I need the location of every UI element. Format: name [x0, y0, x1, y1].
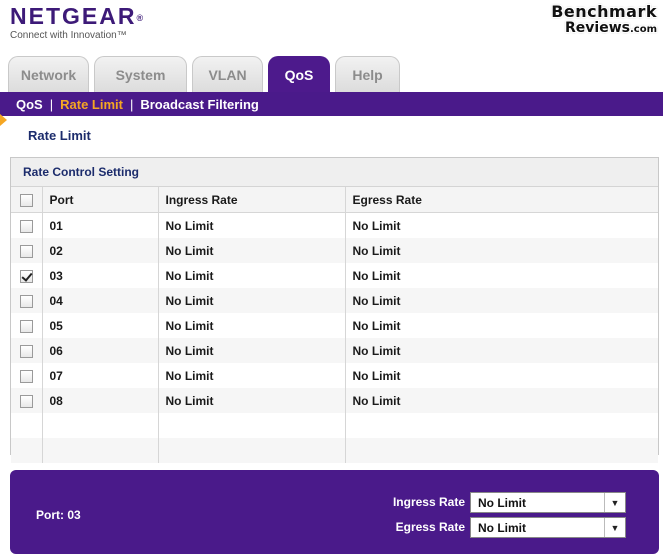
row-select-cell: [11, 212, 43, 238]
empty-row: [11, 438, 658, 463]
row-checkbox[interactable]: [20, 294, 33, 308]
watermark-word: Reviews: [565, 20, 630, 36]
subnav-separator: |: [49, 96, 54, 112]
row-checkbox[interactable]: [20, 319, 33, 333]
ingress-cell: No Limit: [158, 338, 346, 363]
dropdown-arrow-icon[interactable]: ▼: [604, 493, 625, 512]
ingress-rate-value: No Limit: [478, 495, 526, 510]
row-select-cell: [11, 338, 43, 363]
ingress-rate-label: Ingress Rate: [392, 495, 465, 509]
egress-rate-select[interactable]: No Limit ▼: [470, 517, 626, 538]
table-row[interactable]: 04 No Limit No Limit: [11, 288, 658, 313]
egress-cell: No Limit: [352, 368, 401, 383]
main-tabs: Network System VLAN QoS Help: [8, 56, 405, 92]
select-all-cell: [11, 187, 43, 213]
table-row[interactable]: 05 No Limit No Limit: [11, 313, 658, 338]
watermark-suffix: .com: [629, 24, 657, 35]
row-select-cell: [11, 238, 43, 263]
table-header-row: Port Ingress Rate Egress Rate: [11, 187, 658, 213]
select-all-checkbox[interactable]: [20, 193, 33, 207]
current-page-marker-icon: [0, 114, 7, 126]
table-row[interactable]: 08 No Limit No Limit: [11, 388, 658, 413]
row-select-cell: [11, 263, 43, 288]
ingress-rate-select[interactable]: No Limit ▼: [470, 492, 626, 513]
ingress-cell: No Limit: [158, 238, 346, 263]
table-row[interactable]: 01 No Limit No Limit: [11, 212, 658, 238]
rate-control-panel: Rate Control Setting Port Ingress Rate E…: [10, 157, 659, 463]
table-row[interactable]: 07 No Limit No Limit: [11, 363, 658, 388]
port-cell: 02: [42, 238, 159, 263]
row-select-cell: [11, 288, 43, 313]
row-checkbox[interactable]: [20, 344, 33, 358]
tab-help[interactable]: Help: [335, 56, 400, 92]
rate-table: Port Ingress Rate Egress Rate 01 No Limi…: [11, 187, 658, 463]
watermark-line2: Reviews.com: [551, 20, 657, 38]
logo-text: NETGEAR: [10, 3, 137, 29]
ingress-cell: No Limit: [158, 288, 346, 313]
port-cell: 06: [42, 338, 159, 363]
ingress-cell: No Limit: [158, 363, 346, 388]
subnav-qos[interactable]: QoS: [16, 97, 43, 112]
dropdown-arrow-icon[interactable]: ▼: [604, 518, 625, 537]
logo-registered-mark: ®: [136, 13, 144, 23]
watermark-line1: Benchmark: [551, 2, 657, 21]
row-checkbox[interactable]: [20, 369, 33, 383]
empty-row: [11, 413, 658, 438]
port-edit-panel: Port: 03 Ingress Rate No Limit ▼ Egress …: [10, 470, 659, 554]
ingress-cell: No Limit: [158, 388, 346, 413]
egress-cell: No Limit: [352, 318, 401, 333]
netgear-logo: NETGEAR®: [10, 4, 143, 28]
port-cell: 05: [42, 313, 159, 338]
port-cell: 03: [42, 263, 159, 288]
selected-port-label: Port: 03: [36, 508, 81, 522]
row-select-cell: [11, 388, 43, 413]
table-row[interactable]: 02 No Limit No Limit: [11, 238, 658, 263]
port-cell: 01: [42, 212, 159, 238]
row-checkbox[interactable]: [20, 219, 33, 233]
subnav-rate-limit[interactable]: Rate Limit: [60, 97, 123, 112]
port-cell: 04: [42, 288, 159, 313]
column-header-ingress: Ingress Rate: [158, 187, 346, 213]
egress-cell: No Limit: [345, 238, 658, 263]
panel-title: Rate Control Setting: [11, 158, 658, 187]
row-select-cell: [11, 363, 43, 388]
benchmark-reviews-watermark: Benchmark Reviews.com: [551, 4, 657, 38]
ingress-cell: No Limit: [158, 313, 346, 338]
row-checkbox[interactable]: [20, 394, 33, 408]
table-row[interactable]: 06 No Limit No Limit: [11, 338, 658, 363]
ingress-cell: No Limit: [158, 212, 346, 238]
egress-rate-value: No Limit: [478, 520, 526, 535]
egress-cell: No Limit: [345, 388, 658, 413]
sub-navigation: QoS | Rate Limit | Broadcast Filtering: [0, 92, 663, 116]
tab-vlan[interactable]: VLAN: [192, 56, 263, 92]
tab-system[interactable]: System: [94, 56, 187, 92]
row-checkbox[interactable]: [20, 244, 33, 258]
ingress-cell: No Limit: [158, 263, 346, 288]
egress-cell: No Limit: [345, 338, 658, 363]
egress-rate-label: Egress Rate: [395, 520, 465, 534]
brand: NETGEAR® Connect with Innovation™: [10, 4, 143, 41]
tagline: Connect with Innovation™: [10, 30, 127, 41]
port-cell: 07: [42, 363, 159, 388]
column-header-egress: Egress Rate: [345, 187, 658, 213]
tab-qos[interactable]: QoS: [268, 56, 330, 92]
tab-network[interactable]: Network: [8, 56, 89, 92]
subnav-broadcast-filtering[interactable]: Broadcast Filtering: [140, 97, 258, 112]
egress-cell: No Limit: [352, 218, 401, 233]
page-title: Rate Limit: [28, 128, 91, 143]
column-header-port: Port: [42, 187, 159, 213]
egress-cell: No Limit: [345, 288, 658, 313]
port-cell: 08: [42, 388, 159, 413]
row-select-cell: [11, 313, 43, 338]
subnav-separator: |: [129, 96, 134, 112]
egress-cell: No Limit: [352, 268, 401, 283]
row-checkbox-checked[interactable]: [20, 269, 33, 283]
table-row[interactable]: 03 No Limit No Limit: [11, 263, 658, 288]
